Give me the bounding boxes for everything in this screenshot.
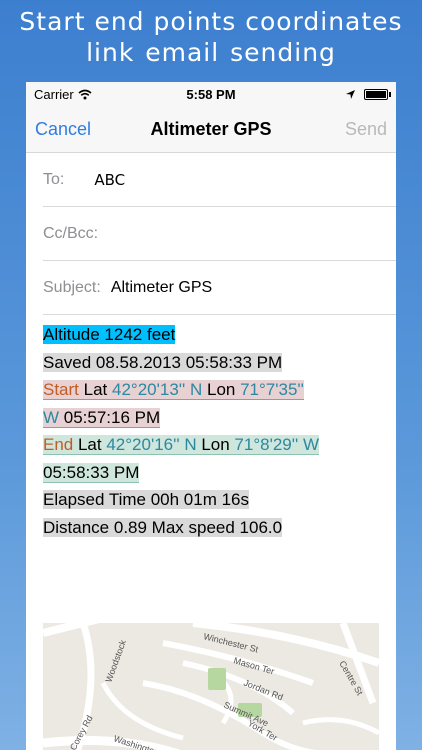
ccbcc-label: Cc/Bcc: [43,224,99,242]
promo-banner: Start end points coordinates link email … [0,0,422,80]
start-label: Start [43,380,79,400]
subject-field[interactable]: Subject: Altimeter GPS [43,261,396,315]
compose-content: To: ABC Cc/Bcc: Subject: Altimeter GPS A… [26,153,396,750]
carrier-group: Carrier [34,87,92,102]
start-line[interactable]: Start Lat 42°20'13'' N Lon 71°7'35'' W 05… [43,380,304,428]
banner-line-1: Start end points coordinates [19,7,403,36]
phone-screen: Carrier 5:58 PM Cancel Altimeter GPS Sen… [26,82,396,750]
status-right-group [345,88,391,100]
distance-line: Distance 0.89 Max speed 106.0 [43,517,283,537]
start-lat-label: Lat [78,380,112,400]
end-line[interactable]: End Lat 42°20'16'' N Lon 71°8'29'' W 05:5… [43,435,319,483]
map-drawing: Winchester St Mason Ter Jordan Rd Summit… [43,623,379,750]
saved-line: Saved 08.58.2013 05:58:33 PM [43,352,283,372]
to-field[interactable]: To: ABC [43,153,396,207]
elapsed-line: Elapsed Time 00h 01m 16s [43,490,250,509]
map-thumbnail[interactable]: Winchester St Mason Ter Jordan Rd Summit… [43,623,379,750]
location-arrow-icon [346,89,355,99]
to-value[interactable]: ABC [94,171,125,189]
battery-icon [364,88,391,100]
banner-line-2: link email sending [86,38,336,67]
end-lon-label: Lon [196,435,235,455]
start-lon-link[interactable]: 71°7'35'' [240,380,304,400]
status-bar: Carrier 5:58 PM [26,82,396,106]
start-lat-link[interactable]: 42°20'13'' N [112,380,203,400]
altitude-line: Altitude 1242 feet [43,325,176,344]
start-lon-label: Lon [202,380,241,400]
cancel-button[interactable]: Cancel [35,119,91,140]
start-time: 05:57:16 PM [59,407,161,428]
end-label: End [43,435,74,455]
carrier-label: Carrier [34,86,74,102]
to-label: To: [43,170,65,188]
send-button[interactable]: Send [345,119,387,140]
end-time: 05:58:33 PM [43,462,140,483]
end-lat-link[interactable]: 42°20'16'' N [106,435,197,455]
subject-value[interactable]: Altimeter GPS [111,279,212,297]
navigation-bar: Cancel Altimeter GPS Send [26,106,396,153]
email-body[interactable]: Altitude 1242 feet Saved 08.58.2013 05:5… [26,315,396,541]
start-lon-direction[interactable]: W [43,407,60,428]
subject-label: Subject: [43,278,101,296]
wifi-icon [78,89,92,99]
end-lat-label: Lat [73,435,107,455]
ccbcc-field[interactable]: Cc/Bcc: [43,207,396,261]
end-lon-link[interactable]: 71°8'29'' W [234,435,319,455]
